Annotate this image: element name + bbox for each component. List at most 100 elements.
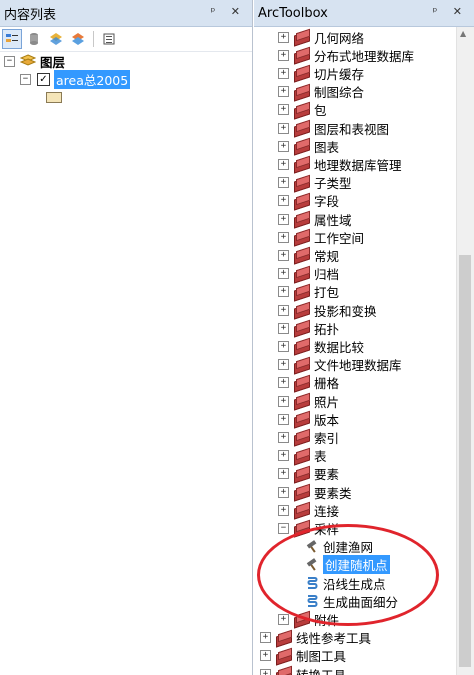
tool-item[interactable]: 创建随机点 xyxy=(304,555,390,575)
toolset-sampling[interactable]: − 采样 xyxy=(278,519,339,538)
layer-symbol-swatch[interactable] xyxy=(46,92,62,103)
collapse-toggle[interactable]: − xyxy=(4,55,15,67)
expand-toggle[interactable]: + xyxy=(278,486,289,498)
expand-toggle[interactable]: + xyxy=(278,504,289,516)
expand-toggle[interactable]: + xyxy=(278,31,289,43)
toolbox-item[interactable]: + 制图工具 xyxy=(260,647,347,666)
toolset-item[interactable]: + 照片 xyxy=(278,392,340,411)
toolset-item[interactable]: + 打包 xyxy=(278,283,339,302)
vertical-scrollbar[interactable]: ▲ xyxy=(456,27,474,675)
toolset-item[interactable]: + 要素类 xyxy=(278,483,352,502)
toolset-item[interactable]: + 投影和变换 xyxy=(278,301,377,320)
toolbox-icon xyxy=(293,301,311,320)
expand-toggle[interactable]: + xyxy=(278,49,289,61)
expand-toggle[interactable]: + xyxy=(278,122,289,134)
expand-toggle[interactable]: + xyxy=(278,304,289,316)
layers-node[interactable]: − 图层 xyxy=(4,52,65,70)
expand-toggle[interactable]: + xyxy=(278,177,289,189)
toolset-item-label: 子类型 xyxy=(314,176,352,192)
list-by-visibility-icon[interactable] xyxy=(46,29,66,49)
toolset-item[interactable]: + 拓扑 xyxy=(278,319,339,338)
expand-toggle[interactable]: + xyxy=(260,668,271,675)
toolbox-icon xyxy=(293,410,311,429)
expand-toggle[interactable]: + xyxy=(278,450,289,462)
toolset-item[interactable]: + 索引 xyxy=(278,428,339,447)
toc-window-controls[interactable]: ᵖ ✕ xyxy=(211,5,246,18)
scroll-up-arrow[interactable]: ▲ xyxy=(460,29,466,38)
options-icon[interactable] xyxy=(99,29,119,49)
expand-toggle[interactable]: + xyxy=(278,340,289,352)
tool-item[interactable]: 创建渔网 xyxy=(304,538,373,556)
expand-toggle[interactable]: + xyxy=(278,613,289,625)
toolset-item[interactable]: + 附件 xyxy=(278,610,339,629)
toolset-item[interactable]: + 常规 xyxy=(278,246,339,265)
toolbox-item-label: 制图工具 xyxy=(296,649,347,665)
layer-visibility-checkbox[interactable]: ✓ xyxy=(37,72,50,86)
toolbox-icon xyxy=(293,483,311,502)
toolbox-icon xyxy=(293,65,311,83)
toolset-item[interactable]: + 图层和表视图 xyxy=(278,119,389,138)
toolset-item[interactable]: + 包 xyxy=(278,101,327,120)
toolset-item[interactable]: + 图表 xyxy=(278,137,339,156)
expand-toggle[interactable]: + xyxy=(278,231,289,243)
expand-toggle[interactable]: + xyxy=(278,158,289,170)
toolset-item[interactable]: + 切片缓存 xyxy=(278,64,364,83)
expand-toggle[interactable]: + xyxy=(278,86,289,98)
toolset-item[interactable]: + 表 xyxy=(278,447,327,466)
toolbox-icon xyxy=(293,101,311,120)
list-by-selection-icon[interactable] xyxy=(68,29,88,49)
toolset-item-label: 几何网络 xyxy=(314,30,365,46)
toolset-item[interactable]: + 制图综合 xyxy=(278,83,364,102)
arctoolbox-titlebar[interactable]: ArcToolbox ᵖ ✕ xyxy=(254,0,474,27)
expand-toggle[interactable]: + xyxy=(278,213,289,225)
expand-toggle[interactable]: + xyxy=(278,322,289,334)
toc-titlebar[interactable]: 内容列表 ᵖ ✕ xyxy=(0,0,252,27)
expand-toggle[interactable]: + xyxy=(278,195,289,207)
toolset-item[interactable]: + 栅格 xyxy=(278,374,339,393)
list-by-drawing-order-icon[interactable] xyxy=(2,29,22,49)
toolset-item[interactable]: + 分布式地理数据库 xyxy=(278,46,414,65)
toolset-item[interactable]: + 文件地理数据库 xyxy=(278,356,402,375)
toolset-item-label: 照片 xyxy=(314,394,340,410)
layer-name[interactable]: area总2005 xyxy=(54,69,131,89)
toolset-item[interactable]: + 数据比较 xyxy=(278,337,364,356)
toolset-item[interactable]: + 要素 xyxy=(278,465,339,484)
expand-toggle[interactable]: + xyxy=(278,359,289,371)
toolset-item[interactable]: + 版本 xyxy=(278,410,339,429)
expand-toggle[interactable]: + xyxy=(278,67,289,79)
toolset-item[interactable]: + 几何网络 xyxy=(278,28,365,47)
collapse-toggle[interactable]: − xyxy=(278,522,289,534)
expand-toggle[interactable]: + xyxy=(278,104,289,116)
toolset-item[interactable]: + 字段 xyxy=(278,192,339,211)
layer-item[interactable]: − ✓ area总2005 xyxy=(20,69,131,89)
expand-toggle[interactable]: + xyxy=(278,377,289,389)
expand-toggle[interactable]: + xyxy=(278,413,289,425)
expand-toggle[interactable]: + xyxy=(278,140,289,152)
expand-toggle[interactable]: + xyxy=(278,395,289,407)
collapse-toggle[interactable]: − xyxy=(20,73,31,85)
toolset-item[interactable]: + 归档 xyxy=(278,265,339,284)
expand-toggle[interactable]: + xyxy=(278,268,289,280)
toolbox-item[interactable]: + 转换工具 xyxy=(260,665,346,675)
toolset-item-label: 投影和变换 xyxy=(314,303,377,319)
expand-toggle[interactable]: + xyxy=(278,431,289,443)
expand-toggle[interactable]: + xyxy=(260,650,271,662)
toolbox-item[interactable]: + 线性参考工具 xyxy=(260,629,371,648)
arctoolbox-window-controls[interactable]: ᵖ ✕ xyxy=(433,5,468,18)
tool-item[interactable]: 生成曲面细分 xyxy=(304,592,398,610)
expand-toggle[interactable]: + xyxy=(278,249,289,261)
layers-icon xyxy=(20,54,36,68)
toolset-item[interactable]: + 子类型 xyxy=(278,174,352,193)
toolset-item[interactable]: + 连接 xyxy=(278,501,339,520)
tool-item[interactable]: 沿线生成点 xyxy=(304,574,386,592)
toolset-item-label: 文件地理数据库 xyxy=(314,358,402,374)
toolbox-icon xyxy=(293,137,311,156)
toolset-item[interactable]: + 工作空间 xyxy=(278,228,364,247)
scrollbar-thumb[interactable] xyxy=(459,255,471,667)
expand-toggle[interactable]: + xyxy=(278,286,289,298)
toolset-item[interactable]: + 属性域 xyxy=(278,210,352,229)
expand-toggle[interactable]: + xyxy=(278,468,289,480)
expand-toggle[interactable]: + xyxy=(260,632,271,644)
toolset-item[interactable]: + 地理数据库管理 xyxy=(278,155,402,174)
list-by-source-icon[interactable] xyxy=(24,29,44,49)
